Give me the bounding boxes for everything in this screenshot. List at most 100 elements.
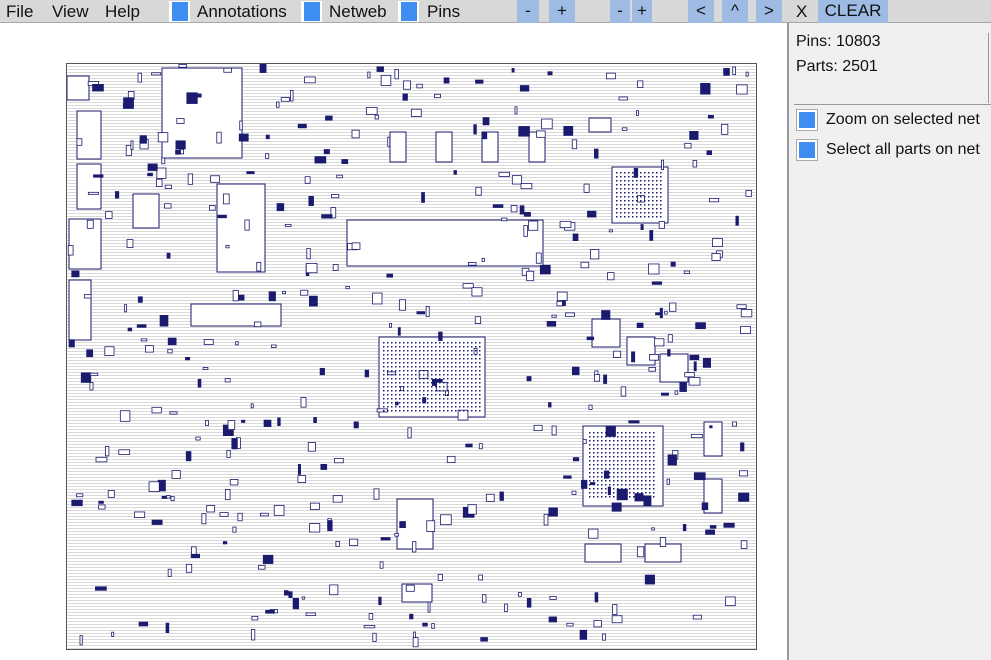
pcb-part[interactable]: [304, 76, 316, 84]
pcb-part[interactable]: [651, 281, 662, 285]
pcb-part[interactable]: [518, 126, 530, 137]
pcb-part[interactable]: [528, 220, 539, 231]
pcb-part[interactable]: [140, 338, 148, 342]
pcb-part[interactable]: [693, 472, 706, 480]
pcb-part[interactable]: [118, 449, 131, 455]
pcb-part[interactable]: [740, 540, 748, 549]
pcb-part[interactable]: [89, 372, 99, 377]
pcb-part[interactable]: [209, 205, 216, 211]
pcb-part[interactable]: [167, 348, 173, 354]
pcb-part[interactable]: [702, 358, 711, 368]
pcb-part[interactable]: [482, 117, 490, 126]
pcb-part[interactable]: [386, 273, 394, 278]
netweb-checkbox[interactable]: [301, 1, 322, 22]
pcb-part[interactable]: [83, 294, 92, 299]
pcb-part[interactable]: [519, 205, 525, 215]
pcb-part[interactable]: [412, 541, 417, 553]
pcb-part[interactable]: [688, 377, 701, 386]
pcb-part[interactable]: [427, 601, 431, 613]
pcb-part[interactable]: [689, 354, 700, 361]
pcb-part[interactable]: [457, 409, 469, 421]
pcb-part[interactable]: [76, 493, 84, 498]
pcb-part[interactable]: [68, 279, 92, 341]
pcb-part[interactable]: [239, 120, 243, 131]
pcb-part[interactable]: [251, 615, 259, 621]
pcb-part[interactable]: [667, 334, 673, 343]
pcb-part[interactable]: [284, 590, 289, 596]
pcb-part[interactable]: [334, 457, 344, 464]
pcb-part[interactable]: [628, 420, 640, 424]
pcb-part[interactable]: [611, 166, 669, 224]
pcb-part[interactable]: [151, 72, 162, 76]
pcb-part[interactable]: [206, 505, 216, 513]
pcb-part[interactable]: [504, 603, 508, 613]
pcb-part[interactable]: [224, 489, 231, 501]
pcb-part[interactable]: [205, 420, 209, 426]
pcb-part[interactable]: [368, 613, 374, 620]
zoom-out-button[interactable]: -: [517, 0, 539, 23]
pcb-part[interactable]: [661, 159, 664, 171]
pcb-part[interactable]: [584, 543, 622, 563]
pcb-part[interactable]: [126, 239, 134, 248]
pcb-part[interactable]: [314, 156, 327, 164]
pcb-part[interactable]: [731, 421, 737, 427]
pcb-part[interactable]: [260, 512, 269, 517]
pcb-part[interactable]: [605, 425, 616, 437]
pcb-part[interactable]: [621, 127, 628, 131]
pcb-part[interactable]: [394, 533, 399, 537]
close-button[interactable]: X: [796, 1, 807, 22]
pcb-part[interactable]: [709, 197, 720, 203]
menu-help[interactable]: Help: [105, 1, 140, 22]
pcb-part[interactable]: [144, 345, 154, 353]
pcb-part[interactable]: [156, 167, 167, 179]
pcb-part[interactable]: [226, 449, 231, 458]
pcb-part[interactable]: [238, 133, 249, 142]
pcb-part[interactable]: [244, 219, 250, 231]
pcb-part[interactable]: [86, 349, 94, 358]
pcb-part[interactable]: [202, 367, 209, 371]
pcb-part[interactable]: [265, 153, 270, 159]
pcb-part[interactable]: [178, 64, 187, 68]
pcb-part[interactable]: [95, 586, 107, 591]
pcb-part[interactable]: [157, 132, 169, 143]
pcb-part[interactable]: [478, 574, 483, 581]
pcb-part[interactable]: [437, 573, 443, 581]
pcb-part[interactable]: [217, 214, 227, 219]
pcb-part[interactable]: [137, 72, 142, 83]
pcb-part[interactable]: [594, 374, 601, 382]
pcb-part[interactable]: [176, 118, 185, 124]
clear-button[interactable]: CLEAR: [818, 0, 888, 23]
pcb-part[interactable]: [607, 272, 615, 281]
pcb-part[interactable]: [689, 131, 699, 140]
pcb-part[interactable]: [137, 296, 143, 303]
pcb-part[interactable]: [649, 230, 654, 241]
pcb-part[interactable]: [257, 564, 266, 570]
pcb-part[interactable]: [372, 292, 383, 305]
pcb-part[interactable]: [332, 495, 343, 503]
pcb-part[interactable]: [175, 149, 181, 155]
pcb-part[interactable]: [684, 142, 692, 149]
pcb-part[interactable]: [591, 318, 621, 348]
pcb-part[interactable]: [523, 225, 528, 237]
pcb-part[interactable]: [365, 106, 378, 115]
pcb-part[interactable]: [651, 527, 655, 531]
pcb-part[interactable]: [67, 75, 90, 101]
pcb-part[interactable]: [136, 324, 147, 328]
pcb-part[interactable]: [309, 502, 320, 510]
menu-file[interactable]: File: [6, 1, 33, 22]
pcb-part[interactable]: [636, 322, 644, 328]
pcb-part[interactable]: [71, 270, 80, 278]
pcb-part[interactable]: [723, 522, 735, 528]
pcb-part[interactable]: [572, 233, 579, 241]
pcb-part[interactable]: [611, 502, 622, 512]
pcb-part[interactable]: [481, 257, 485, 262]
pcb-part[interactable]: [453, 170, 457, 175]
pcb-part[interactable]: [76, 138, 83, 146]
pcb-part[interactable]: [582, 438, 587, 444]
pcb-part[interactable]: [670, 261, 676, 267]
pcb-part[interactable]: [237, 512, 243, 522]
pcb-part[interactable]: [636, 546, 645, 558]
pcb-part[interactable]: [631, 351, 636, 363]
pcb-part[interactable]: [523, 212, 531, 217]
pcb-part[interactable]: [548, 507, 558, 517]
